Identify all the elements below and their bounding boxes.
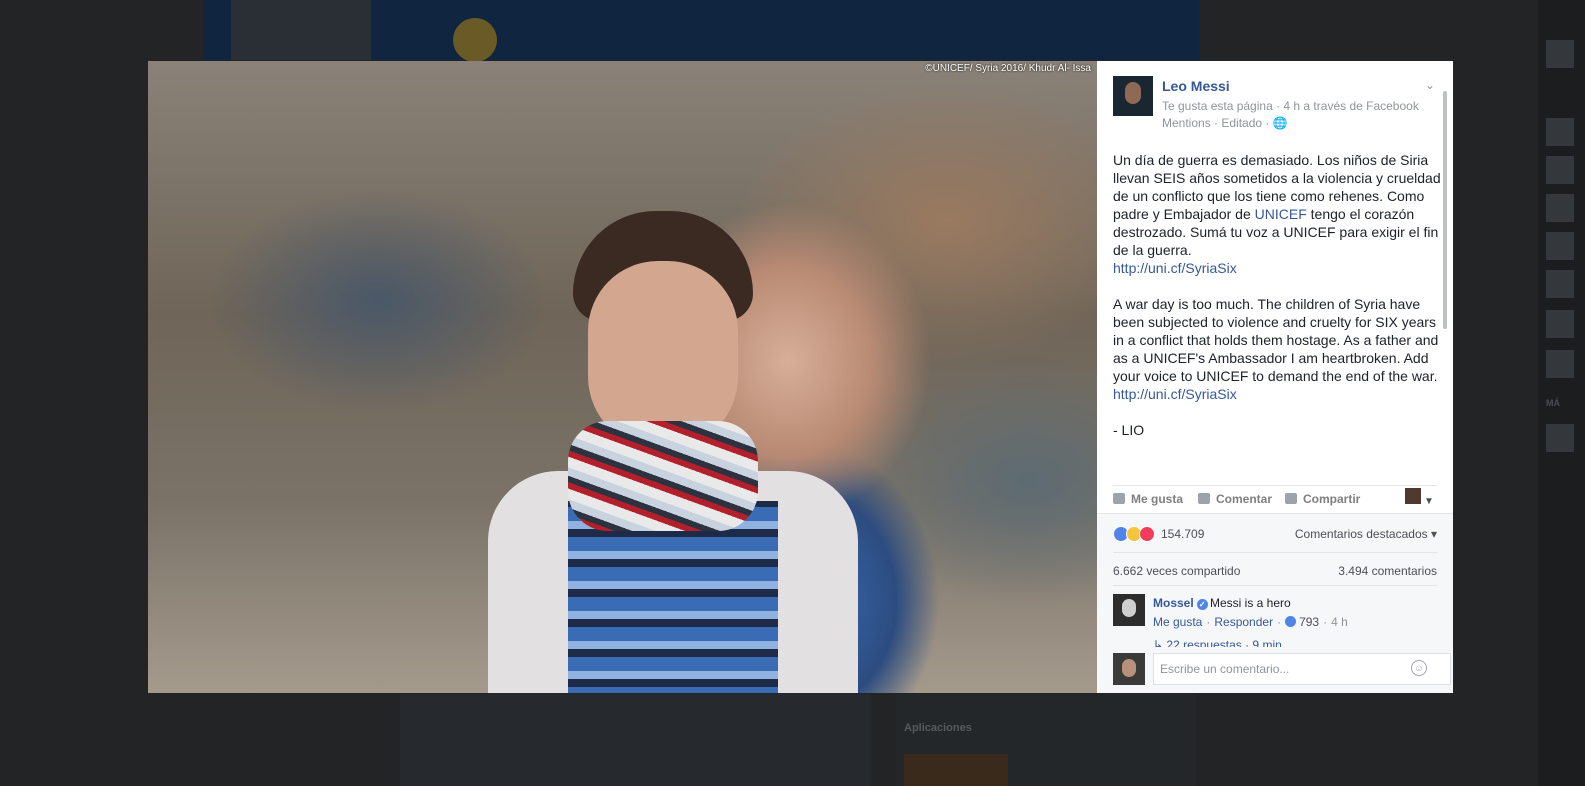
photo-credit: ©UNICEF/ Syria 2016/ Khudr Al- Issa <box>925 63 1091 74</box>
post-actions: Me gusta Comentar Compartir ▼ <box>1113 485 1437 512</box>
comment-timestamp[interactable]: 4 h <box>1331 615 1348 629</box>
syriasix-link-es[interactable]: http://uni.cf/SyriaSix <box>1113 260 1237 276</box>
post-signature: - LIO <box>1113 422 1145 438</box>
background-apps-section: Aplicaciones <box>896 694 1196 786</box>
rail-label: MÁ <box>1546 398 1560 408</box>
comment-input[interactable] <box>1153 653 1451 685</box>
rail-thumb <box>1546 310 1574 338</box>
comment-like-link[interactable]: Me gusta <box>1153 615 1202 629</box>
share-count[interactable]: 6.662 veces compartido <box>1113 564 1240 578</box>
love-reaction-icon <box>1139 526 1155 542</box>
post-paragraph-english: A war day is too much. The children of S… <box>1113 296 1439 402</box>
syriasix-link-en[interactable]: http://uni.cf/SyriaSix <box>1113 386 1237 402</box>
chevron-down-icon: ▼ <box>1424 496 1434 507</box>
post-options-chevron-icon[interactable]: ⌄ <box>1425 78 1435 92</box>
view-replies-link[interactable]: ↳ 22 respuestas · 9 min <box>1153 638 1282 647</box>
comment-button[interactable]: Comentar <box>1198 492 1272 506</box>
post-meta-line: Te gusta esta página · 4 h a través de F… <box>1162 99 1419 113</box>
divider <box>1113 552 1437 553</box>
thumbs-up-icon <box>1113 493 1125 504</box>
page-avatar[interactable] <box>1113 76 1153 116</box>
right-rail: MÁ <box>1538 0 1585 786</box>
reaction-count[interactable]: 154.709 <box>1161 527 1204 541</box>
emoji-icon[interactable]: ☺ <box>1411 660 1427 676</box>
post-text: Un día de guerra es demasiado. Los niños… <box>1113 151 1443 457</box>
share-button[interactable]: Compartir <box>1285 492 1360 506</box>
commenter-avatar[interactable] <box>1113 594 1145 626</box>
like-button[interactable]: Me gusta <box>1113 492 1183 506</box>
photo-scarf <box>568 421 758 531</box>
page-name-link[interactable]: Leo Messi <box>1162 78 1230 94</box>
unicef-link[interactable]: UNICEF <box>1255 206 1307 222</box>
comment-icon <box>1198 493 1210 504</box>
background-planet-graphic <box>453 18 497 62</box>
act-as-selector[interactable]: ▼ <box>1405 488 1434 509</box>
comment-count[interactable]: 3.494 comentarios <box>1338 564 1437 578</box>
top-comments-dropdown[interactable]: Comentarios destacados ▾ <box>1295 527 1437 541</box>
rail-thumb <box>1546 232 1574 260</box>
comment-reply-link[interactable]: Responder <box>1214 615 1273 629</box>
current-user-avatar <box>1113 653 1145 685</box>
background-post-image <box>400 694 870 786</box>
panel-scrollbar[interactable] <box>1443 91 1447 329</box>
comment-text: Messi is a hero <box>1210 596 1291 610</box>
comment-like-count[interactable]: 793 <box>1299 615 1319 629</box>
comment-actions: Me gusta · Responder · 793 · 4 h <box>1153 615 1348 629</box>
comment-like-count-icon <box>1285 616 1297 627</box>
user-avatar-mini <box>1405 488 1421 504</box>
rail-thumb <box>1546 40 1574 68</box>
apps-label: Aplicaciones <box>904 722 972 734</box>
rail-thumb <box>1546 194 1574 222</box>
verified-badge-icon: ✓ <box>1196 599 1208 610</box>
rail-thumb <box>1546 350 1574 378</box>
comment-author[interactable]: Mossel ✓ <box>1153 596 1208 610</box>
background-cover <box>203 0 1199 62</box>
background-profile-photo <box>231 0 371 60</box>
post-paragraph-spanish: Un día de guerra es demasiado. Los niños… <box>1113 152 1441 276</box>
rail-thumb <box>1546 270 1574 298</box>
app-tile <box>904 754 1008 786</box>
post-photo[interactable]: ©UNICEF/ Syria 2016/ Khudr Al- Issa <box>148 61 1097 693</box>
post-side-panel: Leo Messi ⌄ Te gusta esta página · 4 h a… <box>1097 61 1453 693</box>
post-meta-line-2: Mentions · Editado · 🌐 <box>1162 116 1288 130</box>
rail-thumb <box>1546 156 1574 184</box>
divider <box>1113 585 1437 586</box>
rail-thumb <box>1546 118 1574 146</box>
share-icon <box>1285 493 1297 504</box>
rail-thumb <box>1546 424 1574 452</box>
